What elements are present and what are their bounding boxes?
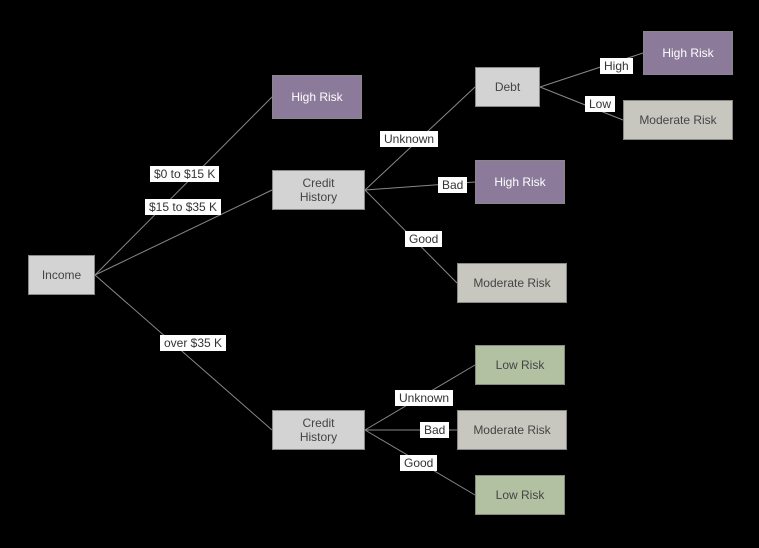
- edge-label-bad-1: Bad: [438, 177, 467, 193]
- node-low-risk-unk: Low Risk: [475, 345, 565, 385]
- edge-label-unknown-2: Unknown: [395, 390, 453, 406]
- edge-label-0-15k: $0 to $15 K: [150, 166, 219, 182]
- node-moderate-bad2: Moderate Risk: [457, 410, 567, 450]
- node-credit-history-1: Credit History: [272, 170, 365, 210]
- edge-label-over-35k: over $35 K: [160, 335, 226, 351]
- node-high-risk-bad: High Risk: [475, 160, 565, 204]
- edge-label-15-35k: $15 to $35 K: [145, 199, 221, 215]
- node-high-risk-debt: High Risk: [643, 31, 733, 75]
- edge-label-bad-2: Bad: [420, 422, 449, 438]
- edge-label-good-1: Good: [405, 231, 442, 247]
- node-moderate-good: Moderate Risk: [457, 263, 567, 303]
- edges-layer: [0, 0, 759, 548]
- node-moderate-debt: Moderate Risk: [623, 100, 733, 140]
- edge-label-unknown-1: Unknown: [380, 131, 438, 147]
- node-high-risk-1: High Risk: [272, 75, 362, 119]
- node-income: Income: [28, 255, 95, 295]
- edge-label-high: High: [600, 58, 633, 74]
- edge-label-good-2: Good: [400, 455, 437, 471]
- node-credit-history-2: Credit History: [272, 410, 365, 450]
- node-low-risk-good: Low Risk: [475, 475, 565, 515]
- edge-label-low: Low: [585, 96, 615, 112]
- node-debt: Debt: [475, 67, 540, 107]
- decision-tree-canvas: Income High Risk Credit History Credit H…: [0, 0, 759, 548]
